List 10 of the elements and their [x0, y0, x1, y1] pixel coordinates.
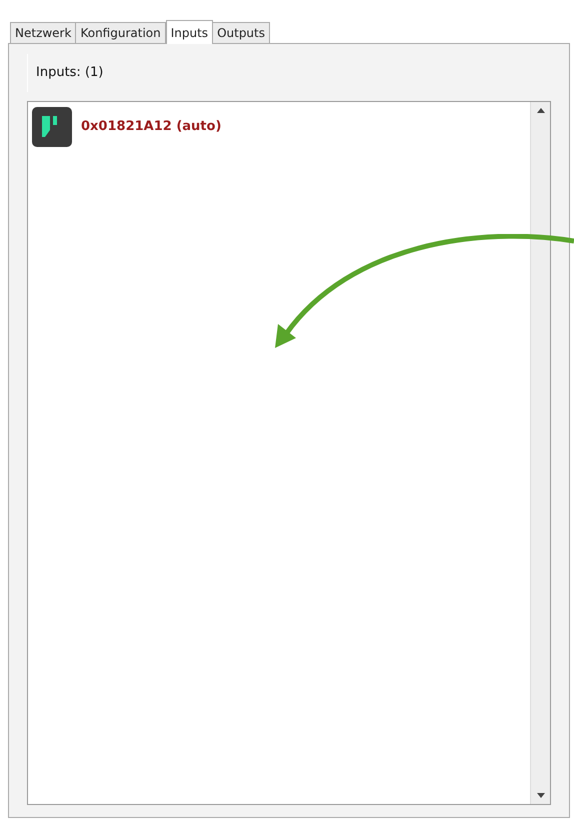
tab[interactable]: Netzwerk — [10, 22, 76, 43]
tab[interactable]: Konfiguration — [75, 22, 166, 43]
scroll-up-icon[interactable] — [536, 108, 544, 113]
tab[interactable]: Outputs — [212, 22, 270, 43]
scroll-down-icon[interactable] — [536, 793, 544, 798]
input-item[interactable]: 0x01821A12 (auto) — [31, 105, 527, 149]
tab[interactable]: Inputs — [166, 20, 214, 44]
inputs-heading: Inputs: (1) — [36, 64, 104, 82]
device-icon — [31, 106, 73, 148]
scrollbar[interactable] — [530, 102, 550, 804]
